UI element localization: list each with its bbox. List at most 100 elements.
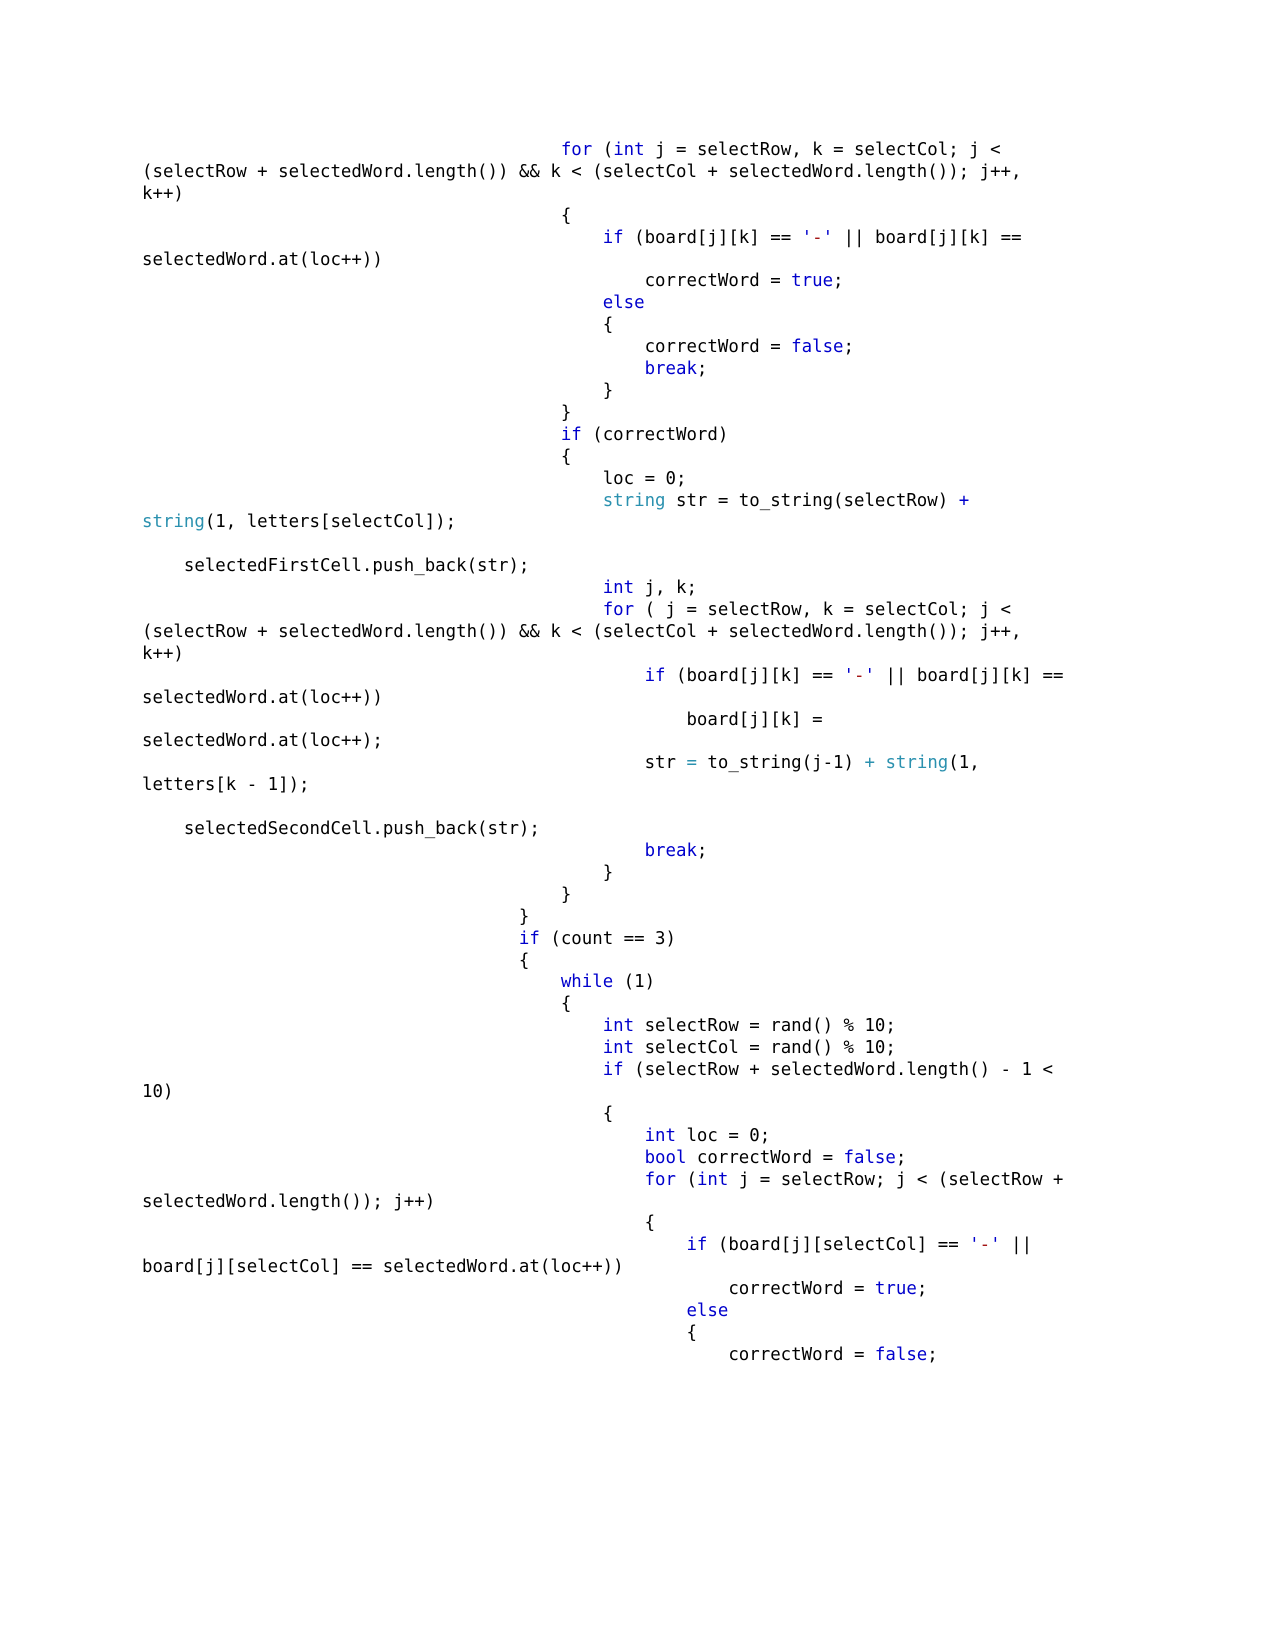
- code-token: false: [874, 1344, 928, 1365]
- document-page: for (int j = selectRow, k = selectCol; j…: [0, 0, 1275, 1651]
- code-token: string: [142, 512, 205, 533]
- code-token: false: [843, 1147, 896, 1168]
- code-token: if: [686, 1235, 708, 1256]
- code-token: ;: [833, 271, 844, 292]
- code-token: selectRow = rand() % 10;: [634, 1016, 896, 1037]
- code-token: str = to_string(selectRow): [665, 490, 959, 511]
- code-token: (1, letters[selectCol]);: [204, 512, 457, 533]
- code-token: {: [142, 1103, 614, 1124]
- code-token: {: [142, 994, 572, 1015]
- code-token: if: [560, 424, 582, 445]
- code-token: true: [791, 271, 834, 292]
- code-token: correctWord =: [142, 271, 792, 292]
- code-line: else: [142, 1301, 1072, 1323]
- code-token: if: [602, 227, 624, 248]
- code-line: board[j][k] = selectedWord.at(loc++);: [142, 710, 1072, 754]
- code-line: for ( j = selectRow, k = selectCol; j < …: [142, 600, 1072, 666]
- code-token: selectedFirstCell.push_back(str);: [142, 556, 530, 577]
- code-token: int: [602, 1016, 635, 1037]
- code-line: int selectRow = rand() % 10;: [142, 1016, 1072, 1038]
- code-line: {: [142, 1213, 1072, 1235]
- code-token: {: [142, 1322, 697, 1343]
- code-listing: for (int j = selectRow, k = selectCol; j…: [142, 140, 1072, 1367]
- code-token: (: [592, 140, 614, 160]
- code-line: correctWord = true;: [142, 1279, 1072, 1301]
- code-token: else: [602, 293, 645, 314]
- code-line: selectedSecondCell.push_back(str);: [142, 819, 1072, 841]
- code-token: for: [644, 1169, 676, 1190]
- code-line: if (count == 3): [142, 929, 1072, 951]
- code-token: int: [696, 1169, 729, 1190]
- code-line: }: [142, 907, 1072, 929]
- code-token: string: [885, 753, 949, 774]
- code-line: correctWord = true;: [142, 271, 1072, 293]
- code-token: +: [864, 753, 875, 774]
- code-line: int j, k;: [142, 578, 1072, 600]
- code-token: break: [644, 841, 697, 861]
- code-line: if (board[j][k] == '-' || board[j][k] ==…: [142, 228, 1072, 272]
- code-token: }: [142, 884, 572, 905]
- code-token: ': [990, 1235, 1001, 1256]
- code-token: if: [644, 665, 666, 686]
- code-token: selectedSecondCell.push_back(str);: [142, 819, 540, 840]
- code-token: while: [560, 972, 614, 993]
- code-token: loc = 0;: [142, 468, 687, 489]
- code-line: if (correctWord): [142, 425, 1072, 447]
- code-token: bool: [644, 1147, 687, 1168]
- code-token: -: [812, 227, 823, 248]
- code-token: str: [142, 753, 687, 774]
- code-token: {: [142, 315, 614, 336]
- code-token: selectCol = rand() % 10;: [634, 1038, 896, 1059]
- code-token: false: [791, 337, 844, 358]
- code-token: -: [979, 1235, 991, 1256]
- code-token: correctWord =: [686, 1147, 844, 1168]
- code-token: (board[j][k] ==: [623, 227, 802, 248]
- code-token: if: [518, 928, 540, 949]
- code-line: {: [142, 315, 1072, 337]
- code-token: (board[j][selectCol] ==: [707, 1235, 970, 1256]
- code-token: string: [602, 490, 666, 511]
- code-line: {: [142, 994, 1072, 1016]
- code-token: {: [142, 205, 572, 226]
- code-token: if: [602, 1060, 624, 1081]
- code-token: correctWord =: [142, 1344, 875, 1365]
- code-token: ': [969, 1235, 980, 1256]
- code-token: (count == 3): [539, 928, 676, 949]
- code-line: break;: [142, 841, 1072, 863]
- code-line: else: [142, 293, 1072, 315]
- code-token: {: [142, 950, 530, 971]
- code-token: ': [801, 227, 813, 248]
- code-token: }: [142, 380, 614, 401]
- code-line: selectedFirstCell.push_back(str);: [142, 556, 1072, 578]
- code-line: str = to_string(j-1) + string(1, letters…: [142, 753, 1072, 797]
- code-token: }: [142, 402, 572, 423]
- code-token: j, k;: [634, 578, 697, 599]
- code-line: int loc = 0;: [142, 1126, 1072, 1148]
- code-token: for: [560, 140, 593, 160]
- code-token: loc = 0;: [675, 1125, 771, 1146]
- code-token: break: [644, 359, 697, 380]
- code-token: ;: [843, 337, 854, 358]
- code-token: int: [613, 140, 645, 160]
- code-line: {: [142, 447, 1072, 469]
- code-token: true: [874, 1279, 917, 1300]
- code-line: int selectCol = rand() % 10;: [142, 1038, 1072, 1060]
- code-line: correctWord = false;: [142, 337, 1072, 359]
- code-line: break;: [142, 359, 1072, 381]
- code-line: for (int j = selectRow, k = selectCol; j…: [142, 140, 1072, 206]
- code-token: int: [644, 1125, 676, 1146]
- code-token: ;: [895, 1147, 907, 1168]
